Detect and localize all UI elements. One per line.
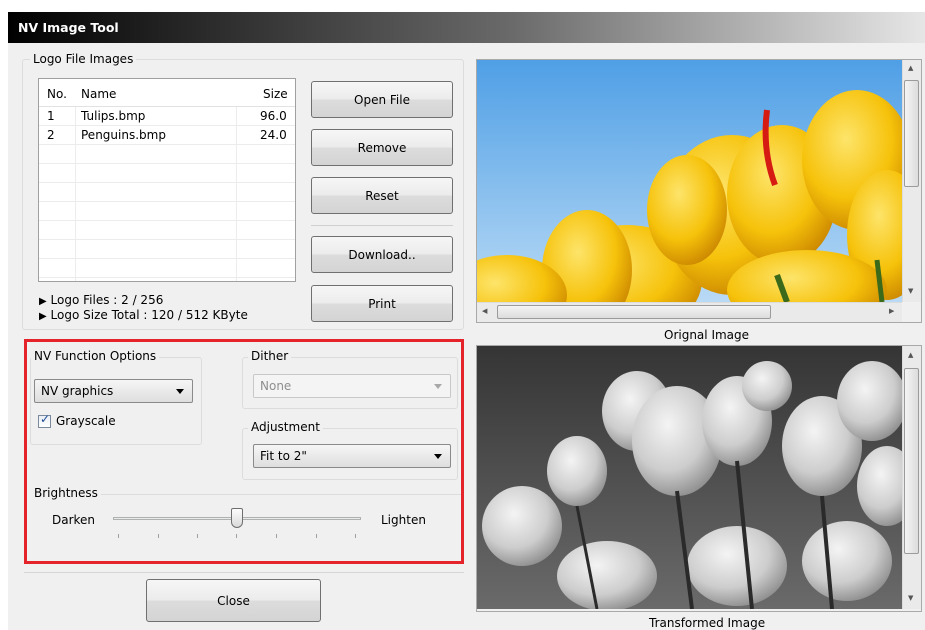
column-header-no[interactable]: No. [47, 87, 67, 101]
list-header: No. Name Size [39, 79, 295, 107]
button-divider [311, 225, 453, 226]
original-vertical-scrollbar[interactable]: ▲ ▼ [902, 60, 921, 302]
original-image-panel: ▲ ▼ ◀ ▶ [476, 59, 922, 323]
table-row-empty [39, 221, 295, 240]
triangle-right-icon: ▶ [39, 311, 47, 322]
remove-button[interactable]: Remove [311, 129, 453, 166]
scrollbar-thumb[interactable] [904, 368, 919, 554]
logo-files-info: ▶ Logo Files : 2 / 256 [39, 293, 163, 307]
logo-file-images-label: Logo File Images [30, 52, 137, 66]
logo-files-count: Logo Files : 2 / 256 [50, 293, 164, 307]
transformed-vertical-scrollbar[interactable]: ▲ ▼ [902, 346, 921, 609]
row-size: 96.0 [260, 109, 287, 123]
scroll-up-icon[interactable]: ▲ [908, 65, 913, 72]
row-name: Penguins.bmp [81, 128, 166, 142]
row-name: Tulips.bmp [81, 109, 146, 123]
table-row-empty [39, 164, 295, 183]
download-button[interactable]: Download.. [311, 236, 453, 273]
title-bar [8, 12, 925, 43]
close-divider [24, 572, 464, 573]
scrollbar-thumb[interactable] [497, 305, 771, 319]
table-row[interactable]: 1 Tulips.bmp 96.0 [39, 107, 295, 126]
row-size: 24.0 [260, 128, 287, 142]
scroll-up-icon[interactable]: ▲ [908, 352, 913, 359]
original-image [477, 60, 902, 302]
transformed-image [477, 346, 902, 609]
table-row-empty [39, 183, 295, 202]
logo-size-total: Logo Size Total : 120 / 512 KByte [50, 308, 248, 322]
table-row-empty [39, 240, 295, 259]
column-header-size[interactable]: Size [263, 87, 288, 101]
table-row-empty [39, 145, 295, 164]
scroll-right-icon[interactable]: ▶ [889, 308, 894, 315]
open-file-button[interactable]: Open File [311, 81, 453, 118]
triangle-right-icon: ▶ [39, 296, 47, 307]
column-header-name[interactable]: Name [81, 87, 116, 101]
scroll-left-icon[interactable]: ◀ [482, 308, 487, 315]
print-button[interactable]: Print [311, 285, 453, 322]
row-no: 2 [47, 128, 55, 142]
table-row-empty [39, 202, 295, 221]
logo-file-list[interactable]: No. Name Size 1 Tulips.bmp 96.0 2 Pengui… [38, 78, 296, 282]
original-horizontal-scrollbar[interactable]: ◀ ▶ [477, 302, 902, 322]
close-button[interactable]: Close [146, 579, 321, 622]
table-row-empty [39, 259, 295, 278]
table-row[interactable]: 2 Penguins.bmp 24.0 [39, 126, 295, 145]
scroll-down-icon[interactable]: ▼ [908, 288, 913, 295]
scroll-down-icon[interactable]: ▼ [908, 595, 913, 602]
transformed-image-caption: Transformed Image [649, 616, 766, 630]
highlight-box [24, 339, 464, 564]
window-title: NV Image Tool [18, 20, 119, 35]
original-image-caption: Orignal Image [664, 328, 750, 342]
transformed-image-panel: ▲ ▼ [476, 345, 922, 612]
row-no: 1 [47, 109, 55, 123]
logo-size-info: ▶ Logo Size Total : 120 / 512 KByte [39, 308, 248, 322]
scrollbar-thumb[interactable] [904, 80, 919, 187]
reset-button[interactable]: Reset [311, 177, 453, 214]
